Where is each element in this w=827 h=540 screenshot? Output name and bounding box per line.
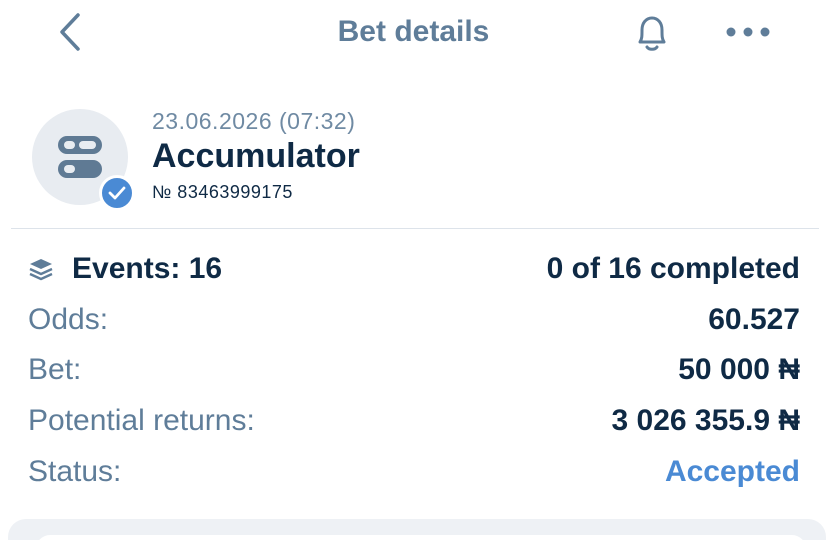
odds-label: Odds: <box>28 303 109 336</box>
stake-row: Bet: 50 000 ₦ <box>28 353 800 393</box>
events-row[interactable]: Events: 16 0 of 16 completed <box>28 252 800 292</box>
returns-row: Potential returns: 3 026 355.9 ₦ <box>28 404 800 444</box>
accepted-badge <box>99 175 135 211</box>
bet-date: 23.06.2026 (07:32) <box>152 108 356 134</box>
odds-value: 60.527 <box>708 303 800 336</box>
status-label: Status: <box>28 455 122 488</box>
status-value: Accepted <box>664 455 800 488</box>
check-icon <box>108 186 126 200</box>
divider <box>11 228 819 229</box>
accumulator-icon <box>58 136 102 178</box>
events-label: Events: 16 <box>72 252 223 285</box>
returns-value: 3 026 355.9 ₦ <box>611 404 800 437</box>
bet-type: Accumulator <box>152 137 360 175</box>
returns-label: Potential returns: <box>28 404 255 437</box>
events-label-group: Events: 16 <box>28 252 222 286</box>
events-panel <box>8 519 826 540</box>
bet-type-avatar <box>32 109 135 211</box>
odds-row: Odds: 60.527 <box>28 303 800 343</box>
more-options-button[interactable] <box>720 12 776 52</box>
events-value: 0 of 16 completed <box>546 252 800 285</box>
layers-icon <box>28 256 54 282</box>
more-icon <box>726 27 770 37</box>
notifications-button[interactable] <box>626 8 678 58</box>
page-title: Bet details <box>337 15 490 48</box>
bet-details-screen: Bet details 23.06.2026 (07:32) Accumulat… <box>0 0 827 540</box>
top-bar: Bet details <box>0 0 827 70</box>
bell-icon <box>638 16 666 51</box>
stake-label: Bet: <box>28 353 82 386</box>
bet-number: № 83463999175 <box>152 182 293 202</box>
events-card <box>36 535 806 540</box>
stake-value: 50 000 ₦ <box>678 353 800 386</box>
status-row: Status: Accepted <box>28 455 800 495</box>
